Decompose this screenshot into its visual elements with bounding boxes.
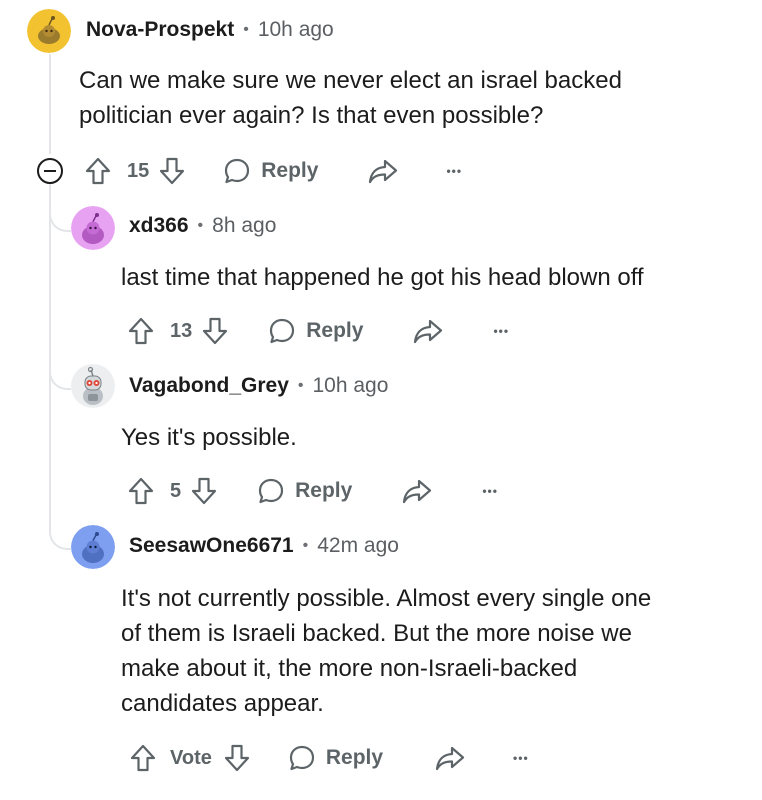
- username[interactable]: SeesawOne6671: [129, 534, 294, 558]
- speech-bubble-icon: [289, 745, 314, 771]
- timestamp: 10h ago: [312, 374, 389, 397]
- speech-bubble-icon: [225, 158, 250, 184]
- more-options-button[interactable]: •••: [446, 165, 462, 177]
- more-options-button[interactable]: •••: [482, 485, 498, 497]
- upvote-button[interactable]: [85, 157, 117, 185]
- share-arrow-icon: [414, 319, 443, 344]
- arrow-up-icon: [128, 477, 154, 505]
- reply-label: Reply: [325, 746, 384, 769]
- username[interactable]: Nova-Prospekt: [86, 18, 234, 42]
- username[interactable]: xd366: [129, 214, 189, 238]
- separator-dot: •: [302, 537, 309, 554]
- reply-label: Reply: [261, 159, 319, 182]
- minus-circle-icon: [44, 170, 56, 172]
- comment-body: Yes it's possible.: [121, 420, 741, 455]
- robot-avatar-icon: [71, 364, 115, 408]
- share-button[interactable]: [435, 745, 465, 771]
- reply-label: Reply: [306, 319, 364, 342]
- thread-branch-3: [49, 500, 71, 550]
- comment-text-line: candidates appear.: [121, 690, 324, 717]
- arrow-down-icon: [160, 157, 185, 185]
- comment-actions: 15 Reply •••: [85, 154, 462, 188]
- separator-dot: •: [243, 21, 249, 38]
- comment-text-line: of them is Israeli backed. But the more …: [121, 620, 632, 647]
- thread-line-main: [49, 54, 51, 154]
- more-options-button[interactable]: •••: [513, 752, 529, 764]
- timestamp: 8h ago: [212, 214, 277, 237]
- reply-button[interactable]: Reply: [257, 477, 352, 505]
- share-arrow-icon: [435, 746, 465, 771]
- thread-branch-2: [49, 340, 71, 390]
- comment-actions: Vote Reply •••: [130, 741, 529, 775]
- downvote-button[interactable]: [191, 477, 217, 505]
- timestamp: 42m ago: [317, 534, 399, 557]
- avatar[interactable]: [71, 206, 115, 250]
- avatar[interactable]: [71, 364, 115, 408]
- share-button[interactable]: [402, 478, 432, 504]
- share-arrow-icon: [369, 159, 398, 184]
- comment-actions: 13 Reply •••: [128, 314, 509, 348]
- downvote-button[interactable]: [159, 157, 185, 185]
- snoo-avatar-icon: [71, 525, 115, 569]
- comment-actions: 5 Reply •••: [128, 474, 498, 508]
- reply-label: Reply: [295, 479, 353, 502]
- upvote-button[interactable]: [128, 477, 154, 505]
- share-button[interactable]: [413, 318, 443, 344]
- reply-button[interactable]: Reply: [288, 744, 383, 772]
- comment-body: Can we make sure we never elect an israe…: [79, 63, 679, 133]
- arrow-up-icon: [130, 744, 156, 772]
- arrow-up-icon: [128, 317, 154, 345]
- comment-meta: Vagabond_Grey • 10h ago: [129, 374, 388, 398]
- arrow-down-icon: [224, 744, 249, 772]
- collapse-button[interactable]: [37, 158, 63, 184]
- upvote-button[interactable]: [128, 317, 154, 345]
- avatar[interactable]: [71, 525, 115, 569]
- snoo-avatar-icon: [27, 9, 71, 53]
- reply-button[interactable]: Reply: [223, 157, 318, 185]
- vote-count: 5: [170, 479, 182, 502]
- speech-bubble-icon: [259, 478, 284, 504]
- downvote-button[interactable]: [202, 317, 228, 345]
- speech-bubble-icon: [270, 318, 295, 344]
- timestamp: 10h ago: [257, 18, 334, 41]
- upvote-button[interactable]: [130, 744, 156, 772]
- separator-dot: •: [197, 217, 204, 234]
- comment-text: Yes it's possible.: [121, 424, 297, 451]
- vote-count: 13: [170, 319, 193, 342]
- vote-count: 15: [127, 159, 150, 182]
- downvote-button[interactable]: [224, 744, 250, 772]
- comment-text: Can we make sure we never elect an israe…: [79, 67, 622, 129]
- more-options-button[interactable]: •••: [493, 325, 509, 337]
- reply-button[interactable]: Reply: [268, 317, 363, 345]
- snoo-avatar-icon: [71, 206, 115, 250]
- share-button[interactable]: [368, 158, 398, 184]
- arrow-up-icon: [85, 157, 111, 185]
- comment-meta: xd366 • 8h ago: [129, 214, 276, 238]
- share-arrow-icon: [403, 479, 432, 504]
- comment-meta: Nova-Prospekt • 10h ago: [86, 18, 334, 42]
- comment-text-line: It's not currently possible. Almost ever…: [121, 585, 652, 612]
- vote-label: Vote: [170, 746, 212, 769]
- comment-text-line: make about it, the more non-Israeli-back…: [121, 655, 578, 682]
- separator-dot: •: [297, 377, 304, 394]
- comment-body: last time that happened he got his head …: [121, 260, 741, 295]
- comment-text: last time that happened he got his head …: [121, 264, 644, 291]
- arrow-down-icon: [203, 317, 228, 345]
- comment-meta: SeesawOne6671 • 42m ago: [129, 534, 399, 558]
- avatar[interactable]: [27, 9, 71, 53]
- username[interactable]: Vagabond_Grey: [129, 374, 289, 398]
- arrow-down-icon: [192, 477, 217, 505]
- thread-branch-1: [49, 184, 71, 232]
- comment-body: It's not currently possible. Almost ever…: [121, 581, 751, 721]
